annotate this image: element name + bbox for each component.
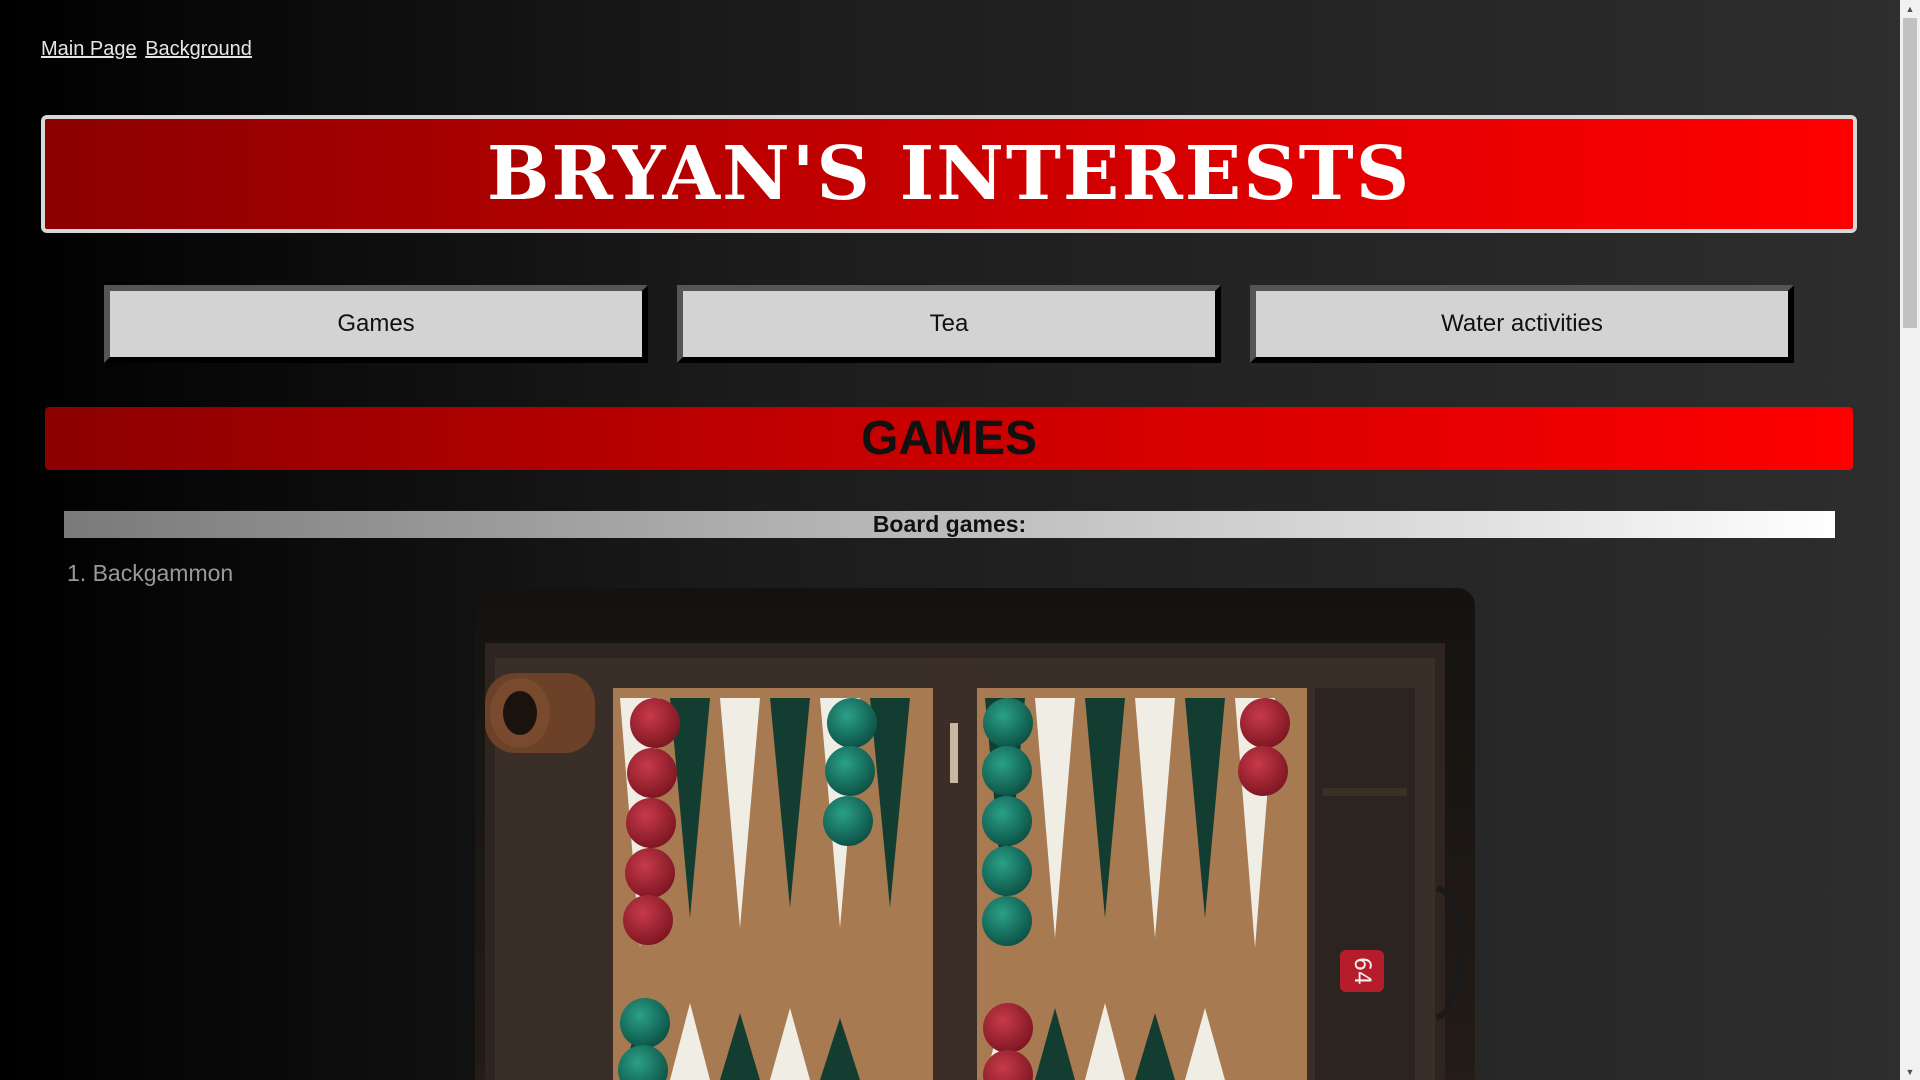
die-text: 64	[1349, 957, 1374, 985]
nav-button-tea[interactable]: Tea	[677, 285, 1221, 363]
scroll-up-icon[interactable]: ▲	[1900, 0, 1920, 17]
scroll-down-icon[interactable]: ▼	[1900, 1063, 1920, 1080]
scroll-thumb[interactable]	[1903, 18, 1917, 328]
main-page-link[interactable]: Main Page	[41, 38, 137, 60]
nav-button-label: Games	[337, 310, 415, 337]
nav-bar: Games Tea Water activities	[104, 285, 1794, 363]
nav-button-water-activities[interactable]: Water activities	[1250, 285, 1794, 363]
section-title: GAMES	[860, 412, 1037, 465]
background-link[interactable]: Background	[145, 38, 252, 60]
nav-button-label: Water activities	[1441, 310, 1603, 337]
subheading: Board games:	[872, 511, 1027, 537]
site-title: BRYAN'S INTERESTS	[486, 131, 1412, 217]
subheading-bar: Board games:	[64, 511, 1835, 538]
list-item-number: 1.	[67, 560, 87, 586]
game-list: 1. Backgammon	[67, 560, 233, 587]
backgammon-photo: 64	[475, 588, 1475, 1080]
list-item: Backgammon	[92, 560, 234, 586]
top-links: Main Page Background	[41, 38, 255, 61]
nav-button-label: Tea	[929, 310, 969, 337]
nav-button-games[interactable]: Games	[104, 285, 648, 363]
section-header: GAMES	[45, 407, 1853, 470]
backgammon-board-image: 64	[475, 588, 1475, 1080]
page-scrollbar[interactable]: ▲ ▼	[1900, 0, 1920, 1080]
site-banner: BRYAN'S INTERESTS	[41, 115, 1857, 233]
